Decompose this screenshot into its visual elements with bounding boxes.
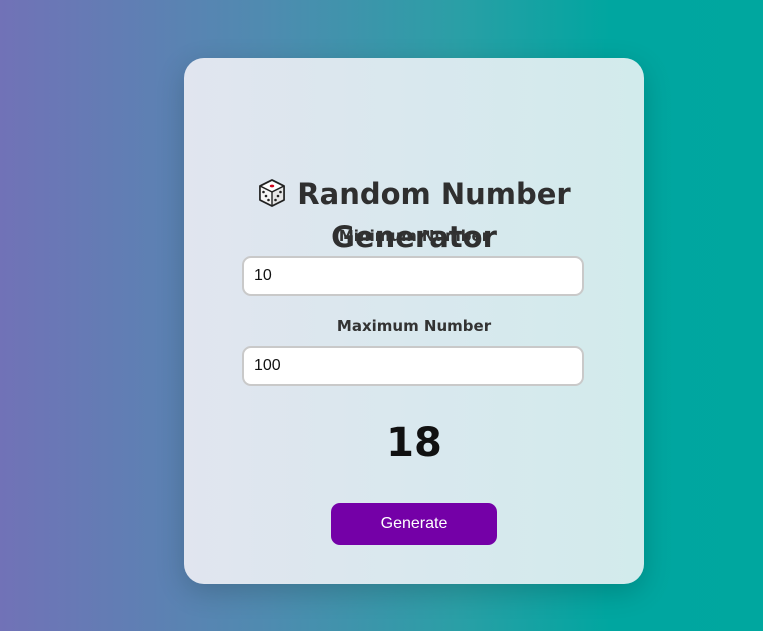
generate-button[interactable]: Generate <box>331 503 497 545</box>
result-number: 18 <box>386 420 442 466</box>
min-input[interactable] <box>242 256 584 296</box>
dice-icon <box>257 177 287 207</box>
page-title: Random Number Generator <box>184 173 644 259</box>
generator-card: Random Number Generator Minimum Number M… <box>184 58 644 584</box>
max-label: Maximum Number <box>336 317 492 335</box>
max-input[interactable] <box>242 346 584 386</box>
min-label: Minimum Number <box>338 227 490 245</box>
